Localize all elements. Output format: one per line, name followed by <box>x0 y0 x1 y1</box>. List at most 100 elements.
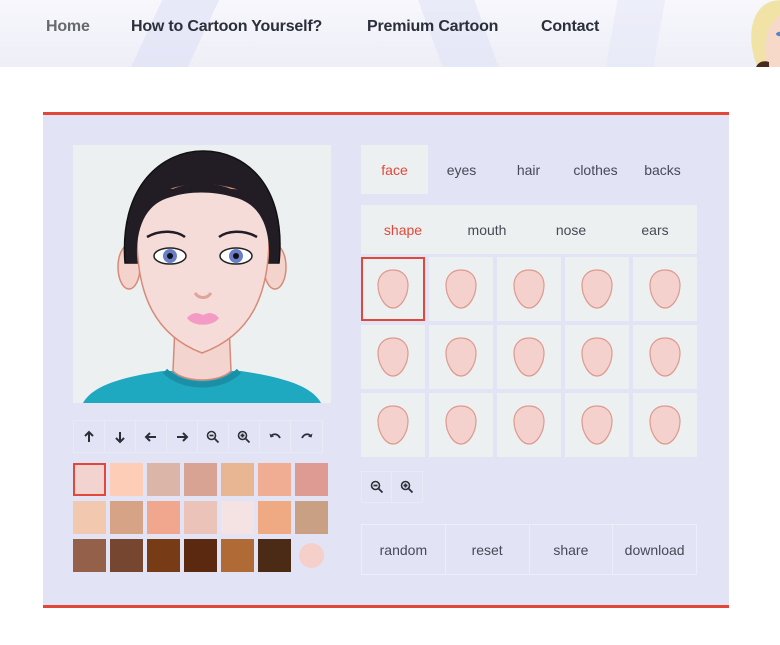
face-shape-option[interactable] <box>361 393 425 457</box>
redo-icon <box>300 432 312 438</box>
tab-hair[interactable]: hair <box>495 145 562 194</box>
face-shape-icon <box>581 405 613 445</box>
tab-face[interactable]: face <box>361 145 428 194</box>
skin-color-swatch[interactable] <box>221 539 254 572</box>
face-shape-option[interactable] <box>565 257 629 321</box>
undo-icon <box>269 432 281 438</box>
arrow-up-icon <box>84 430 94 442</box>
options-zoom-in-button[interactable] <box>392 472 422 502</box>
download-button[interactable]: download <box>613 525 696 574</box>
zoom-out-icon <box>206 430 220 443</box>
face-shape-option[interactable] <box>565 325 629 389</box>
reset-button[interactable]: reset <box>446 525 530 574</box>
zoom-in-icon <box>237 430 251 443</box>
face-shape-option[interactable] <box>633 257 697 321</box>
arrow-left-icon <box>144 431 156 442</box>
avatar-image <box>83 150 321 403</box>
feature-subtabs: shape mouth nose ears <box>361 205 697 254</box>
tab-clothes[interactable]: clothes <box>562 145 629 194</box>
skin-color-swatch[interactable] <box>147 463 180 496</box>
face-shape-option[interactable] <box>361 257 425 321</box>
skin-color-swatch[interactable] <box>147 501 180 534</box>
options-zoom-controls <box>361 471 423 503</box>
skin-color-swatch[interactable] <box>184 539 217 572</box>
face-shape-icon <box>445 269 477 309</box>
face-shape-option[interactable] <box>429 325 493 389</box>
face-shape-icon <box>513 405 545 445</box>
face-shape-icon <box>649 269 681 309</box>
zoom-out-icon <box>370 480 383 494</box>
skin-color-swatch[interactable] <box>258 539 291 572</box>
skin-color-swatch[interactable] <box>110 501 143 534</box>
face-shape-option[interactable] <box>633 325 697 389</box>
face-shape-option[interactable] <box>497 325 561 389</box>
skin-color-swatch[interactable] <box>110 463 143 496</box>
move-left-button[interactable] <box>136 421 167 452</box>
move-right-button[interactable] <box>167 421 198 452</box>
skin-color-swatch[interactable] <box>184 463 217 496</box>
skin-color-swatch[interactable] <box>258 501 291 534</box>
nav-how-to-cartoon-yourself[interactable]: How to Cartoon Yourself? <box>131 18 322 36</box>
face-shape-icon <box>377 269 409 309</box>
skin-color-swatch[interactable] <box>258 463 291 496</box>
random-button[interactable]: random <box>362 525 446 574</box>
share-button[interactable]: share <box>530 525 614 574</box>
action-buttons: random reset share download <box>361 524 697 575</box>
skin-color-swatch[interactable] <box>295 463 328 496</box>
face-shape-icon <box>377 337 409 377</box>
skin-color-swatch[interactable] <box>221 463 254 496</box>
face-shape-icon <box>581 337 613 377</box>
face-shape-option[interactable] <box>633 393 697 457</box>
face-shape-option[interactable] <box>429 257 493 321</box>
face-shape-icon <box>445 337 477 377</box>
skin-color-swatch[interactable] <box>73 539 106 572</box>
redo-button[interactable] <box>291 421 322 452</box>
skin-color-swatch[interactable] <box>184 501 217 534</box>
face-shape-option[interactable] <box>497 393 561 457</box>
avatar-preview <box>73 145 331 403</box>
skin-color-swatch[interactable] <box>299 543 324 568</box>
skin-color-swatch[interactable] <box>110 539 143 572</box>
face-shape-option[interactable] <box>497 257 561 321</box>
skin-color-palette <box>73 463 333 572</box>
tab-eyes[interactable]: eyes <box>428 145 495 194</box>
face-shape-icon <box>445 405 477 445</box>
zoom-in-icon <box>400 480 414 494</box>
move-up-button[interactable] <box>74 421 105 452</box>
face-shape-icon <box>581 269 613 309</box>
face-shape-icon <box>649 337 681 377</box>
site-header: Home How to Cartoon Yourself? Premium Ca… <box>0 0 780 67</box>
face-shape-icon <box>513 269 545 309</box>
nav-home[interactable]: Home <box>46 18 90 36</box>
subtab-shape[interactable]: shape <box>361 205 445 254</box>
face-shape-option[interactable] <box>361 325 425 389</box>
zoom-in-button[interactable] <box>229 421 260 452</box>
face-shape-options <box>361 257 697 457</box>
skin-color-swatch[interactable] <box>73 463 106 496</box>
face-shape-icon <box>649 405 681 445</box>
move-down-button[interactable] <box>105 421 136 452</box>
preview-controls <box>73 420 323 453</box>
subtab-mouth[interactable]: mouth <box>445 205 529 254</box>
zoom-out-button[interactable] <box>198 421 229 452</box>
subtab-ears[interactable]: ears <box>613 205 697 254</box>
nav-premium-cartoon[interactable]: Premium Cartoon <box>367 18 498 36</box>
subtab-nose[interactable]: nose <box>529 205 613 254</box>
skin-color-swatch[interactable] <box>295 501 328 534</box>
face-shape-icon <box>377 405 409 445</box>
arrow-right-icon <box>177 431 189 442</box>
category-tabs: face eyes hair clothes backs <box>361 145 697 194</box>
nav-contact[interactable]: Contact <box>541 18 599 36</box>
skin-color-swatch[interactable] <box>73 501 106 534</box>
undo-button[interactable] <box>260 421 291 452</box>
face-shape-option[interactable] <box>429 393 493 457</box>
skin-color-swatch[interactable] <box>221 501 254 534</box>
options-zoom-out-button[interactable] <box>362 472 392 502</box>
tab-backs[interactable]: backs <box>629 145 696 194</box>
arrow-down-icon <box>115 431 125 443</box>
mascot-image <box>751 0 780 67</box>
skin-color-swatch[interactable] <box>147 539 180 572</box>
avatar-editor-panel: face eyes hair clothes backs shape mouth… <box>43 112 729 608</box>
face-shape-icon <box>513 337 545 377</box>
face-shape-option[interactable] <box>565 393 629 457</box>
